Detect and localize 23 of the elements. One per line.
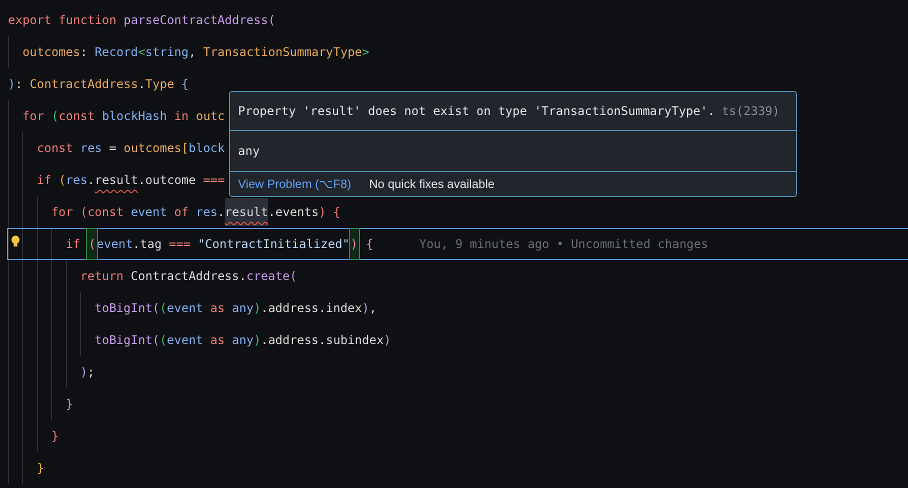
indent-guide [8, 36, 9, 68]
code-line: outcomes: Record<string, TransactionSummaryType> [22, 44, 370, 61]
view-problem-link[interactable]: View Problem (⌥F8) [238, 177, 352, 191]
code-line: if (event.tag === "ContractInitialized") { [66, 229, 374, 259]
code-line: export function parseContractAddress( [8, 12, 276, 29]
code-line: return ContractAddress.create( [80, 268, 297, 285]
lightbulb-icon[interactable] [11, 235, 20, 248]
code-line: toBigInt((event as any).address.subindex) [94, 332, 391, 349]
quick-fix-note: No quick fixes available [369, 177, 495, 191]
code-line: ); [80, 364, 95, 381]
code-line: const res = outcomes[block [36, 140, 225, 157]
code-line: } [66, 396, 73, 413]
code-line: } [36, 460, 44, 477]
error-code: ts(2339) [722, 104, 780, 118]
code-line: if (res.result.outcome === [36, 172, 225, 189]
code-line: toBigInt((event as any).address.index), [94, 300, 376, 317]
code-line: for (const blockHash in outc [22, 108, 225, 125]
blame-annotation: You, 9 minutes ago • Uncommitted changes [419, 237, 708, 251]
code-line: ): ContractAddress.Type { [8, 76, 189, 93]
code-line: } [51, 428, 59, 445]
code-line: for (const event of res.result.events) { [51, 196, 340, 228]
error-message: Property 'result' does not exist on type 'TransactionSummaryType'. [238, 104, 715, 118]
type-info: any [238, 144, 260, 158]
